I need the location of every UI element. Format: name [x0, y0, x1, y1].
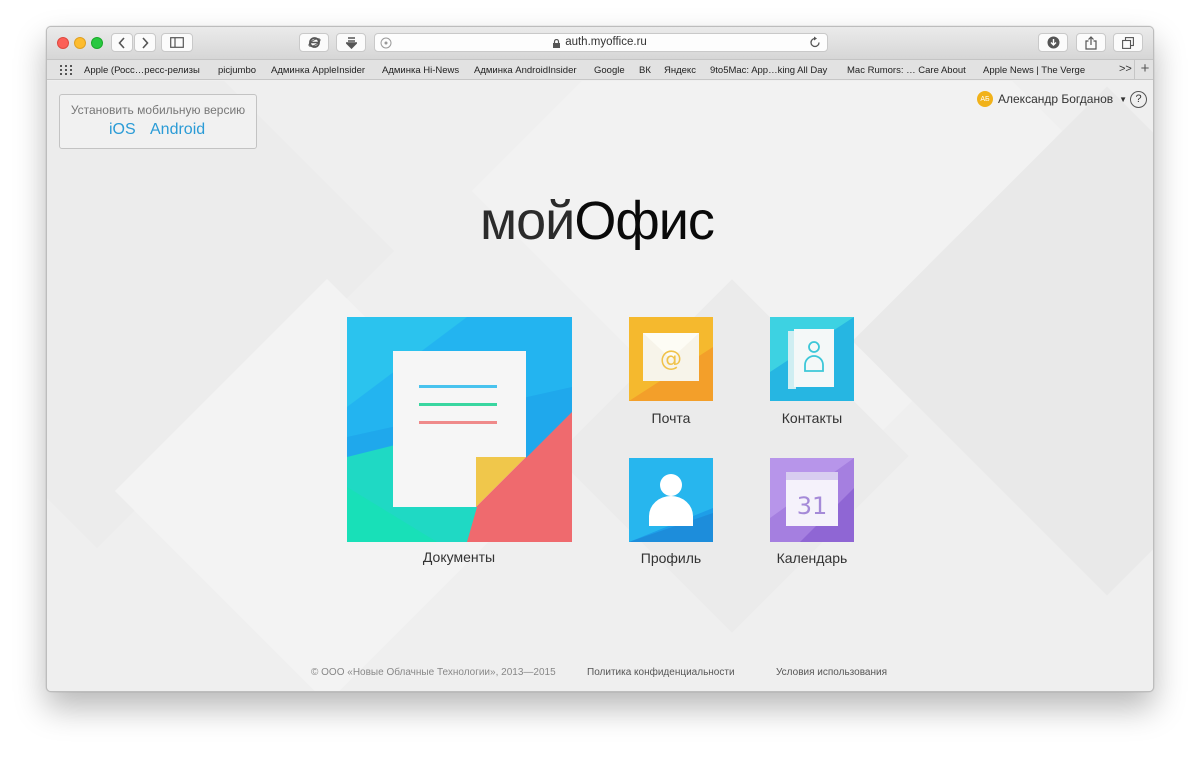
mail-app-tile[interactable]: @: [629, 317, 713, 401]
share-button[interactable]: [1076, 33, 1106, 52]
bookmark-item[interactable]: Админка AndroidInsider: [474, 65, 577, 76]
address-bar[interactable]: auth.myoffice.ru: [374, 33, 828, 52]
contacts-book-icon: [770, 317, 854, 401]
documents-icon: [347, 317, 572, 542]
bookmark-item[interactable]: ВК: [639, 65, 651, 76]
bookmarks-bar: Apple (Росс…ресс-релизы picjumbo Админка…: [47, 60, 1153, 80]
bookmark-item[interactable]: picjumbo: [218, 65, 256, 76]
url-text: auth.myoffice.ru: [565, 36, 647, 48]
back-button[interactable]: [111, 33, 133, 52]
sidebar-button[interactable]: [161, 33, 193, 52]
logo-bold-text: Офис: [574, 191, 715, 251]
download-extension-button[interactable]: [336, 33, 366, 52]
browser-window: auth.myoffice.ru Apple (Росс…ресс-релизы…: [46, 26, 1154, 692]
zoom-window-button[interactable]: [91, 37, 103, 49]
forward-button[interactable]: [134, 33, 156, 52]
terms-of-use-link[interactable]: Условия использования: [776, 667, 887, 678]
caret-down-icon: ▼: [1119, 94, 1128, 104]
reload-icon[interactable]: [809, 36, 821, 49]
copyright-text: © ООО «Новые Облачные Технологии», 2013—…: [311, 667, 556, 678]
calendar-icon: 31: [770, 458, 854, 542]
bookmark-item[interactable]: Apple (Росс…ресс-релизы: [84, 65, 200, 76]
chevron-left-icon: [118, 36, 125, 49]
minimize-window-button[interactable]: [74, 37, 86, 49]
myoffice-logo: мойОфис: [480, 191, 715, 251]
calendar-label[interactable]: Календарь: [712, 550, 912, 566]
downloads-icon: [1047, 36, 1059, 49]
calendar-app-tile[interactable]: 31: [770, 458, 854, 542]
sidebar-icon: [170, 37, 184, 48]
avatar: АБ: [977, 91, 993, 107]
close-window-button[interactable]: [57, 37, 69, 49]
browser-toolbar: auth.myoffice.ru: [47, 27, 1153, 60]
mail-envelope-icon: @: [629, 317, 713, 401]
android-link[interactable]: Android: [150, 121, 205, 139]
contacts-app-tile[interactable]: [770, 317, 854, 401]
mobile-install-box: Установить мобильную версию iOS Android: [59, 94, 257, 149]
bookmark-item[interactable]: Apple News | The Verge: [983, 65, 1085, 76]
apps-grid-icon[interactable]: [60, 65, 72, 75]
chevron-right-icon: [142, 36, 149, 49]
contacts-label[interactable]: Контакты: [712, 410, 912, 426]
mobile-install-label: Установить мобильную версию: [70, 103, 246, 117]
help-button[interactable]: ?: [1130, 91, 1147, 108]
bookmarks-overflow-button[interactable]: >>: [1119, 63, 1132, 75]
ie-extension-button[interactable]: [299, 33, 329, 52]
user-name: Александр Богданов: [998, 92, 1114, 106]
bookmark-item[interactable]: Mac Rumors: … Care About: [847, 65, 966, 76]
profile-person-icon: [629, 458, 713, 542]
privacy-policy-link[interactable]: Политика конфиденциальности: [587, 667, 735, 678]
documents-label[interactable]: Документы: [359, 549, 559, 565]
tabs-icon: [1122, 36, 1134, 49]
profile-app-tile[interactable]: [629, 458, 713, 542]
bookmark-item[interactable]: Админка Hi-News: [382, 65, 459, 76]
bookmark-item[interactable]: Google: [594, 65, 625, 76]
share-icon: [1085, 35, 1097, 50]
documents-app-tile[interactable]: [347, 317, 572, 542]
bookmark-item[interactable]: Яндекс: [664, 65, 696, 76]
svg-text:31: 31: [797, 492, 828, 520]
download-arrow-icon: [345, 36, 357, 49]
bookmark-item[interactable]: Админка AppleInsider: [271, 65, 365, 76]
internet-explorer-icon: [307, 37, 321, 48]
page-content: Установить мобильную версию iOS Android …: [47, 81, 1153, 691]
user-menu[interactable]: АБ Александр Богданов ▼: [977, 90, 1127, 108]
bookmark-item[interactable]: 9to5Mac: App…king All Day: [710, 65, 827, 76]
new-tab-button[interactable]: +: [1134, 60, 1153, 79]
tabs-overview-button[interactable]: [1113, 33, 1143, 52]
ios-link[interactable]: iOS: [109, 121, 136, 139]
downloads-button[interactable]: [1038, 33, 1068, 52]
logo-thin-text: мой: [480, 191, 575, 251]
svg-text:@: @: [660, 347, 682, 372]
